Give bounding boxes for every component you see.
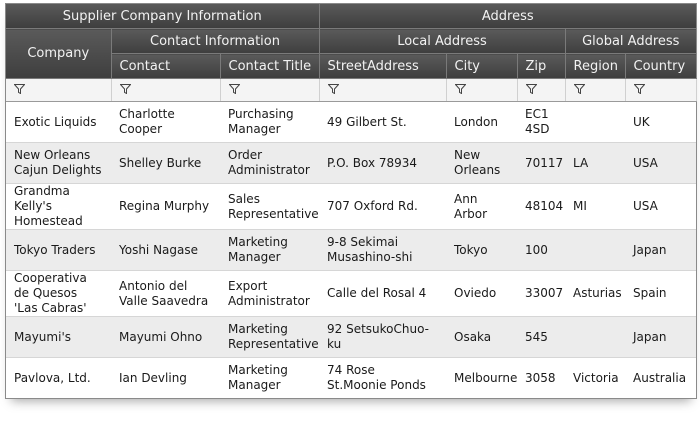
cell-region: [565, 229, 625, 271]
table-row[interactable]: Tokyo Traders Yoshi Nagase Marketing Manag…: [6, 229, 696, 271]
filter-funnel-icon[interactable]: [326, 83, 340, 95]
cell-contact: Yoshi Nagase: [111, 229, 220, 271]
filter-funnel-icon[interactable]: [524, 83, 538, 95]
cell-contact: Antonio del Valle Saavedra: [111, 270, 220, 317]
cell-street: 92 SetsukoChuo-ku: [319, 316, 446, 358]
cell-company: Grandma Kelly's Homestead: [6, 183, 111, 230]
cell-city: Tokyo: [446, 229, 517, 271]
filter-funnel-icon[interactable]: [453, 83, 467, 95]
filter-cell-zip: [517, 78, 566, 102]
table-row[interactable]: New Orleans Cajun Delights Shelley Burke O…: [6, 142, 696, 184]
cell-title: Marketing Manager: [220, 229, 319, 271]
cell-country: Australia: [633, 370, 687, 385]
cell-country: UK: [625, 101, 696, 143]
filter-row: [6, 78, 697, 102]
table-row[interactable]: Pavlova, Ltd. Ian Devling Marketing Manage…: [6, 358, 696, 399]
cell-country: Japan: [625, 316, 696, 358]
cell-region: [565, 101, 625, 143]
cell-country: Spain: [625, 270, 696, 317]
cell-contact: Mayumi Ohno: [111, 316, 220, 358]
cell-title: Purchasing Manager: [220, 101, 319, 143]
grid-body: Exotic Liquids Charlotte Cooper Purchasing…: [6, 101, 696, 399]
cell-region: LA: [565, 142, 625, 184]
cell-street: 707 Oxford Rd.: [319, 183, 446, 230]
cell-zip: 3058: [525, 370, 556, 385]
column-header-country[interactable]: Country: [625, 53, 696, 79]
cell-city: London: [446, 101, 517, 143]
cell-zip: 70117: [517, 142, 565, 184]
column-header-city[interactable]: City: [446, 53, 518, 79]
filter-cell-contact-title: [220, 78, 320, 102]
group-header-contact-info: Contact Information: [111, 28, 320, 54]
column-header-street-address[interactable]: StreetAddress: [319, 53, 447, 79]
cell-company: Pavlova, Ltd.: [14, 370, 91, 385]
cell-title: Order Administrator: [220, 142, 319, 184]
cell-city: Ann Arbor: [446, 183, 517, 230]
cell-zip: 545: [517, 316, 565, 358]
filter-funnel-icon[interactable]: [13, 83, 26, 95]
cell-region: [565, 316, 625, 358]
cell-city: Oviedo: [446, 270, 517, 317]
filter-cell-city: [446, 78, 518, 102]
group-header-local-address: Local Address: [319, 28, 566, 54]
filter-funnel-icon[interactable]: [632, 83, 646, 95]
column-header-contact[interactable]: Contact: [111, 53, 221, 79]
group-header-supplier: Supplier Company Information: [6, 4, 320, 29]
cell-street: Calle del Rosal 4: [319, 270, 446, 317]
grid-table: Supplier Company Information Address Com…: [6, 4, 697, 398]
filter-funnel-icon[interactable]: [572, 83, 586, 95]
cell-country: USA: [625, 142, 696, 184]
column-header-region[interactable]: Region: [565, 53, 626, 79]
cell-region: Asturias: [565, 270, 625, 317]
cell-city: New Orleans: [446, 142, 517, 184]
cell-zip: 100: [517, 229, 565, 271]
cell-company: New Orleans Cajun Delights: [6, 142, 111, 184]
cell-title: Sales Representative: [220, 183, 319, 230]
filter-cell-company: [6, 78, 112, 102]
cell-company: Mayumi's: [6, 316, 111, 358]
filter-funnel-icon[interactable]: [227, 83, 241, 95]
cell-zip: EC1 4SD: [517, 101, 565, 143]
table-row[interactable]: Exotic Liquids Charlotte Cooper Purchasing…: [6, 101, 696, 143]
table-row[interactable]: Mayumi's Mayumi Ohno Marketing Representat…: [6, 316, 696, 358]
cell-company: Cooperativa de Quesos 'Las Cabras': [6, 270, 111, 317]
cell-street: 49 Gilbert St.: [319, 101, 446, 143]
column-header-contact-title[interactable]: Contact Title: [220, 53, 320, 79]
cell-city: Melbourne: [454, 370, 517, 385]
cell-company: Tokyo Traders: [6, 229, 111, 271]
cell-company: Exotic Liquids: [6, 101, 111, 143]
filter-cell-region: [565, 78, 626, 102]
cell-city: Osaka: [446, 316, 517, 358]
cell-street: 74 Rose St.Moonie Ponds: [327, 363, 426, 392]
filter-cell-country: [625, 78, 697, 102]
filter-cell-street-address: [319, 78, 447, 102]
cell-zip: 48104: [517, 183, 565, 230]
supplier-grid: Supplier Company Information Address Com…: [5, 3, 697, 399]
cell-zip: 33007: [517, 270, 565, 317]
filter-cell-contact: [111, 78, 221, 102]
column-header-zip[interactable]: Zip: [517, 53, 566, 79]
cell-street: 9-8 Sekimai Musashino-shi: [319, 229, 446, 271]
table-row[interactable]: Grandma Kelly's Homestead Regina Murphy Sa…: [6, 183, 696, 230]
cell-title: Export Administrator: [220, 270, 319, 317]
cell-region: MI: [565, 183, 625, 230]
table-row[interactable]: Cooperativa de Quesos 'Las Cabras' Antoni…: [6, 270, 696, 317]
group-header-global-address: Global Address: [565, 28, 696, 54]
cell-region: Victoria: [573, 370, 619, 385]
cell-contact: Ian Devling: [119, 370, 187, 385]
filter-funnel-icon[interactable]: [118, 83, 132, 95]
cell-contact: Shelley Burke: [111, 142, 220, 184]
cell-street: P.O. Box 78934: [319, 142, 446, 184]
cell-country: USA: [625, 183, 696, 230]
cell-contact: Charlotte Cooper: [111, 101, 220, 143]
cell-contact: Regina Murphy: [111, 183, 220, 230]
group-header-address: Address: [319, 4, 696, 29]
cell-title: Marketing Representative: [220, 316, 319, 358]
column-header-company[interactable]: Company: [6, 28, 112, 79]
cell-country: Japan: [625, 229, 696, 271]
cell-title: Marketing Manager: [228, 363, 288, 392]
